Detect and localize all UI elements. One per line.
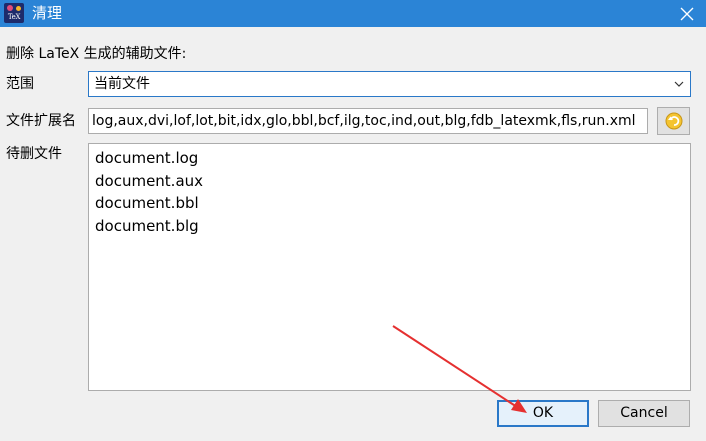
files-list[interactable]: document.log document.aux document.bbl d… (88, 143, 691, 391)
instruction-text: 删除 LaTeX 生成的辅助文件: (6, 46, 187, 62)
chevron-down-icon (674, 81, 684, 87)
close-button[interactable] (668, 0, 706, 27)
window-title: 清理 (32, 4, 63, 22)
list-item[interactable]: document.bbl (89, 192, 690, 215)
scope-select[interactable]: 当前文件 (88, 71, 691, 97)
app-icon: TeX (4, 3, 24, 23)
undo-icon (665, 112, 682, 130)
list-item[interactable]: document.log (89, 147, 690, 170)
scope-selected-value: 当前文件 (94, 76, 150, 92)
files-label: 待删文件 (6, 146, 62, 162)
title-bar: TeX 清理 (0, 0, 706, 27)
extensions-label: 文件扩展名 (6, 113, 76, 129)
close-icon (680, 7, 694, 20)
reset-extensions-button[interactable] (657, 107, 690, 135)
list-item[interactable]: document.aux (89, 170, 690, 193)
list-item[interactable]: document.blg (89, 215, 690, 238)
cancel-button[interactable]: Cancel (598, 400, 690, 427)
ok-button[interactable]: OK (497, 400, 589, 427)
scope-label: 范围 (6, 76, 34, 92)
app-icon-text: TeX (7, 13, 21, 21)
extensions-input[interactable]: log,aux,dvi,lof,lot,bit,idx,glo,bbl,bcf,… (88, 108, 648, 134)
